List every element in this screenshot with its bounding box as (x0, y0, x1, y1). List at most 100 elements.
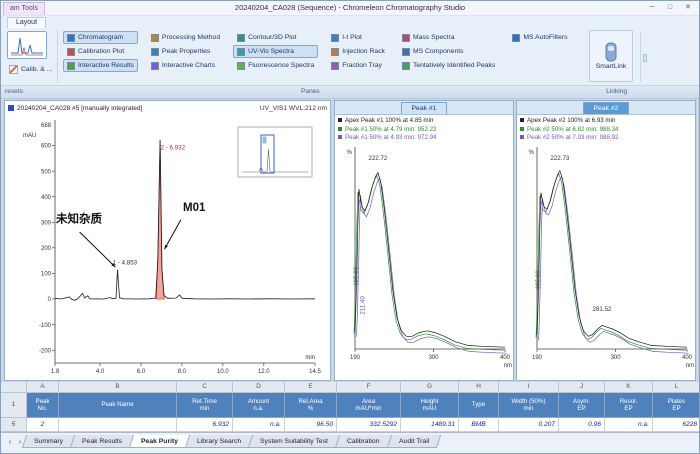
header-cell[interactable]: PlatesEP (653, 393, 700, 418)
chromatogram-plot[interactable]: 688mAU6005004003002001000-100-2001.84.06… (5, 115, 330, 380)
cell-plates[interactable]: 6228 (653, 418, 700, 432)
tab-layout[interactable]: Layout (7, 17, 46, 28)
cell-ret-time[interactable]: 6.932 (177, 418, 233, 432)
col-letter[interactable]: C (177, 382, 233, 393)
header-cell[interactable]: Amountn.a. (233, 393, 285, 418)
svg-text:100: 100 (41, 272, 52, 278)
ribbon-toggle-interactive-results[interactable]: Interactive Results (63, 59, 138, 72)
table-header-row: 1 PeakNo. Peak Name Ret.Timemin Amountn.… (1, 393, 700, 418)
peak2-spectrum-plot[interactable]: %190300400nm222.73195.60281.52 (517, 143, 695, 380)
header-cell[interactable]: Type (459, 393, 499, 418)
header-cell[interactable]: Rel.Area% (285, 393, 337, 418)
cell-area[interactable]: 332.5292 (337, 418, 401, 432)
smartlink-dropdown[interactable] (643, 54, 647, 62)
col-letter[interactable]: F (337, 382, 401, 393)
ribbon-toggle-processing-method[interactable]: Processing Method (147, 31, 224, 44)
group-label-linking: Linking (606, 88, 627, 95)
upslope-marker (338, 127, 342, 131)
calibration-icon (9, 65, 18, 74)
col-letter[interactable]: B (59, 382, 177, 393)
cell-resol[interactable]: n.a. (605, 418, 653, 432)
ribbon-toggle-chromatogram[interactable]: Chromatogram (63, 31, 138, 44)
svg-text:min: min (305, 355, 315, 361)
minimize-button[interactable]: ─ (644, 2, 660, 14)
ribbon-toggle-tentatively-identified-peaks[interactable]: Tentatively Identified Peaks (398, 59, 499, 72)
header-cell[interactable]: Asym.EP (559, 393, 605, 418)
cell-peak-no[interactable]: 2 (27, 418, 59, 432)
ribbon-toggle-peak-properties[interactable]: Peak Properties (147, 45, 224, 58)
col-letter[interactable]: E (285, 382, 337, 393)
chromatogram-preview-icon (9, 33, 45, 57)
sheet-nav-prev[interactable]: ‹ (5, 437, 15, 446)
sheet-tab-peak-purity[interactable]: Peak Purity (129, 435, 190, 448)
ribbon-toggle-contour-3d-plot[interactable]: Contour/3D Plot (233, 31, 318, 44)
svg-text:14.5: 14.5 (309, 369, 321, 375)
cell-peak-name[interactable] (59, 418, 177, 432)
injection-label: 20240204_CA028 #5 [manually integrated] (17, 105, 142, 112)
ribbon-toggle-uv-vis-spectra[interactable]: UV-Vis Spectra (233, 45, 318, 58)
sheet-tab-audit-trail[interactable]: Audit Trail (387, 435, 441, 448)
interactive-results-icon (67, 62, 75, 70)
col-letter[interactable]: H (459, 382, 499, 393)
peak2-tab[interactable]: Peak #2 (583, 102, 630, 114)
peak1-tab[interactable]: Peak #1 (401, 102, 448, 114)
mass-spectra-icon (402, 34, 410, 42)
upslope-spectrum-label: Peak #2 50% at 6.82 min: 988.34 (527, 126, 619, 133)
sheet-tab-summary[interactable]: Summary (22, 435, 75, 448)
ribbon-toggle-calibration-plot[interactable]: Calibration Plot (63, 45, 138, 58)
col-letter[interactable]: J (559, 382, 605, 393)
sheet-tab-library-search[interactable]: Library Search (185, 435, 253, 448)
sheet-tab-peak-results[interactable]: Peak Results (70, 435, 134, 448)
sheet-tab-system-suitability-test[interactable]: System Suitability Test (248, 435, 340, 448)
cell-amount[interactable]: n.a. (233, 418, 285, 432)
calibration-plot-icon (67, 48, 75, 56)
header-cell[interactable]: HeightmAU (401, 393, 459, 418)
svg-text:211.40: 211.40 (359, 296, 366, 315)
col-letter[interactable]: G (401, 382, 459, 393)
header-cell[interactable]: PeakNo. (27, 393, 59, 418)
processing-method-icon (151, 34, 159, 42)
header-cell[interactable]: Ret.Timemin (177, 393, 233, 418)
calib-button[interactable]: Calib. & ... (5, 62, 56, 76)
corner-cell[interactable] (1, 382, 27, 393)
ribbon-toggle-fluorescence-spectra[interactable]: Fluorescence Spectra (233, 59, 318, 72)
cell-rel-area[interactable]: 96.50 (285, 418, 337, 432)
svg-text:688: 688 (41, 123, 52, 129)
smartlink-button[interactable]: SmartLink (589, 30, 633, 82)
header-cell[interactable]: Resol.EP (605, 393, 653, 418)
header-cell[interactable]: Width (50%)min (499, 393, 559, 418)
ribbon-toggle-ms-autofilters[interactable]: MS AutoFilters (508, 31, 571, 44)
svg-text:未知杂质: 未知杂质 (55, 211, 102, 225)
cell-type[interactable]: BMB (459, 418, 499, 432)
ribbon-toggle-ms-components[interactable]: MS Components (398, 45, 499, 58)
col-letter[interactable]: D (233, 382, 285, 393)
row-number[interactable]: 5 (1, 418, 27, 432)
header-cell[interactable]: Peak Name (59, 393, 177, 418)
svg-text:6.0: 6.0 (137, 369, 146, 375)
col-letter[interactable]: A (27, 382, 59, 393)
col-letter[interactable]: I (499, 382, 559, 393)
peak2-panel: Peak #2 Apex Peak #2 100% at 6.93 min Pe… (516, 100, 696, 381)
svg-text:%: % (529, 150, 535, 156)
col-letter[interactable]: L (653, 382, 700, 393)
chromatogram-preview-button[interactable] (7, 31, 47, 59)
close-button[interactable]: ✕ (680, 2, 696, 14)
col-letter[interactable]: K (605, 382, 653, 393)
cell-height[interactable]: 1489.31 (401, 418, 459, 432)
svg-text:281.52: 281.52 (593, 306, 612, 313)
sheet-tab-calibration[interactable]: Calibration (335, 435, 392, 448)
peak1-spectrum-plot[interactable]: %190300400nm222.72195.96211.40 (335, 143, 513, 380)
row-number[interactable]: 1 (1, 393, 27, 418)
ribbon-toggle-mass-spectra[interactable]: Mass Spectra (398, 31, 499, 44)
chromatogram-header: 20240204_CA028 #5 [manually integrated] … (5, 101, 330, 115)
cell-asym[interactable]: 0.96 (559, 418, 605, 432)
ribbon-toggle-i-t-plot[interactable]: I-t Plot (327, 31, 389, 44)
downslope-marker (338, 135, 342, 139)
header-cell[interactable]: AreamAU*min (337, 393, 401, 418)
ribbon-toggle-fraction-tray[interactable]: Fraction Tray (327, 59, 389, 72)
ribbon-toggle-interactive-charts[interactable]: Interactive Charts (147, 59, 224, 72)
cell-width[interactable]: 0.207 (499, 418, 559, 432)
ribbon-toggle-injection-rack[interactable]: Injection Rack (327, 45, 389, 58)
maximize-button[interactable]: □ (662, 2, 678, 14)
ms-autofilters-icon (512, 34, 520, 42)
